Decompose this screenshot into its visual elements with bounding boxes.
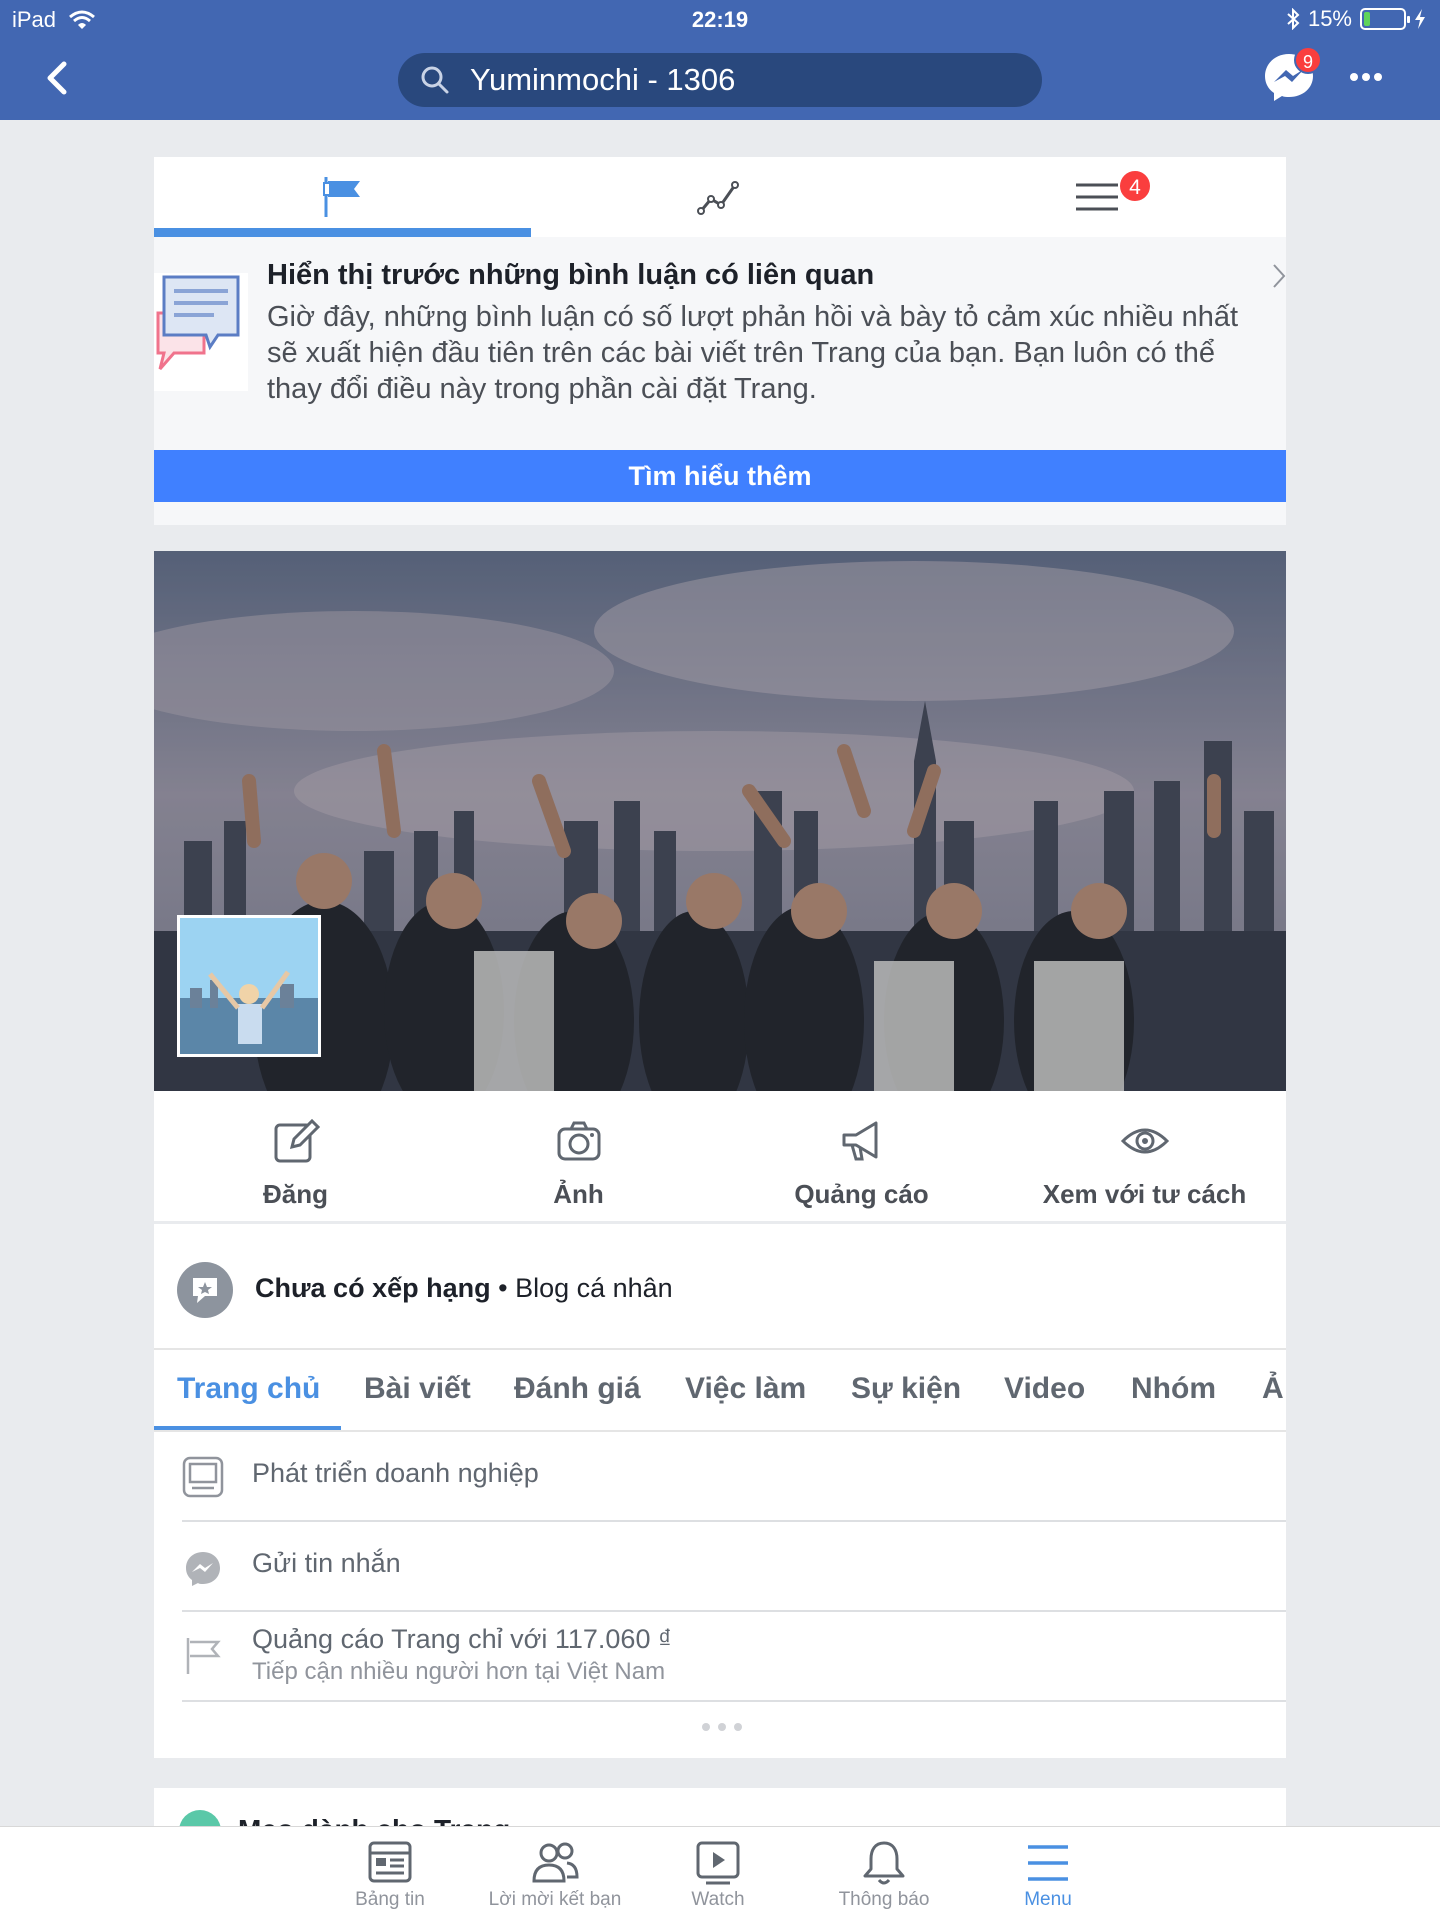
category-separator: • [490, 1273, 516, 1303]
friend-requests-label: Lời mời kết bạn [488, 1889, 622, 1910]
bottom-tab-notifications[interactable]: Thông báo [804, 1839, 964, 1911]
notice-body: Giờ đây, những bình luận có số lượt phản… [267, 301, 1239, 405]
promote-page-label: Quảng cáo Trang chỉ với 117.060 ₫ [252, 1624, 672, 1654]
view-as-button[interactable]: Xem với tư cách [1003, 1091, 1286, 1221]
tab-home[interactable]: Trang chủ [177, 1372, 320, 1406]
photo-label: Ảnh [553, 1179, 604, 1209]
comments-illustration-icon [154, 273, 248, 391]
promote-page-sub: Tiếp cận nhiều người hơn tại Việt Nam [252, 1658, 666, 1685]
menu-badge: 4 [1118, 169, 1152, 203]
active-tab-underline [154, 1426, 341, 1430]
advertise-button[interactable]: Quảng cáo [720, 1091, 1003, 1221]
list-item-grow-business[interactable]: Phát triển doanh nghiệp [182, 1432, 1286, 1522]
grow-business-label: Phát triển doanh nghiệp [252, 1458, 539, 1488]
battery-percent: 15% [1307, 6, 1352, 31]
camera-icon [557, 1121, 600, 1161]
notice-title: Hiển thị trước những bình luận có liên q… [267, 259, 875, 291]
bottom-tab-friend-requests[interactable]: Lời mời kết bạn [475, 1839, 635, 1911]
notifications-label: Thông báo [838, 1889, 930, 1910]
messenger-small-icon [186, 1552, 220, 1586]
tab-events[interactable]: Sự kiện [851, 1372, 961, 1406]
megaphone-icon [842, 1121, 877, 1161]
search-icon [421, 66, 449, 94]
tab-reviews[interactable]: Đánh giá [514, 1372, 641, 1406]
messenger-button[interactable]: 9 [1262, 46, 1322, 104]
more-icon[interactable] [1346, 62, 1386, 92]
news-feed-icon [368, 1841, 412, 1883]
page-actions: Đăng Ảnh Quảng cáo Xem với tư cách [154, 1091, 1286, 1221]
tab-insights[interactable] [531, 157, 908, 237]
charging-icon [1415, 9, 1425, 29]
more-options-dots-icon[interactable] [700, 1722, 744, 1732]
view-as-label: Xem với tư cách [1042, 1179, 1247, 1209]
search-text: Yuminmochi - 1306 [470, 62, 736, 97]
list-item-promote-page[interactable]: Quảng cáo Trang chỉ với 117.060 ₫ Tiếp c… [182, 1612, 1286, 1702]
top-bar: iPad 22:19 15% Yuminmochi - 1306 9 [0, 0, 1440, 120]
list-item-send-message[interactable]: Gửi tin nhắn [182, 1522, 1286, 1612]
hamburger-menu-icon [1028, 1845, 1068, 1881]
watch-play-icon [696, 1841, 740, 1885]
page-admin-tabs: 4 [154, 157, 1286, 237]
bottom-tab-watch[interactable]: Watch [638, 1839, 798, 1911]
eye-icon [1120, 1128, 1169, 1154]
bottom-tab-bar: Bảng tin Lời mời kết bạn Watch Thông báo… [0, 1826, 1440, 1920]
edit-icon [274, 1118, 320, 1163]
profile-image [180, 918, 318, 1054]
tab-posts[interactable]: Bài viết [364, 1372, 471, 1406]
status-bar: iPad 22:19 15% [0, 0, 1440, 38]
flag-icon [322, 177, 360, 217]
messenger-badge: 9 [1294, 46, 1322, 74]
tab-photos[interactable]: Ả [1262, 1372, 1284, 1406]
tab-groups[interactable]: Nhóm [1131, 1372, 1216, 1406]
close-chevron-icon[interactable] [1272, 263, 1286, 289]
tab-menu[interactable]: 4 [908, 157, 1285, 237]
photo-button[interactable]: Ảnh [437, 1091, 720, 1221]
status-time: 22:19 [691, 7, 749, 32]
category-type: Blog cá nhân [515, 1273, 673, 1303]
tab-jobs[interactable]: Việc làm [685, 1372, 806, 1406]
advertise-label: Quảng cáo [794, 1179, 929, 1209]
watch-label: Watch [691, 1889, 745, 1910]
page-section-tabs: Trang chủ Bài viết Đánh giá Việc làm Sự … [154, 1350, 1286, 1432]
post-button[interactable]: Đăng [154, 1091, 437, 1221]
insights-icon [696, 181, 739, 215]
profile-picture[interactable] [177, 915, 321, 1057]
friends-icon [532, 1842, 579, 1883]
menu-label: Menu [1024, 1889, 1072, 1910]
flag-outline-icon [186, 1638, 221, 1674]
rating-status: Chưa có xếp hạng [255, 1273, 491, 1303]
back-arrow-icon[interactable] [40, 58, 76, 98]
tab-page[interactable] [154, 157, 531, 237]
menu-lines-icon [1075, 183, 1118, 211]
post-label: Đăng [263, 1179, 328, 1209]
news-feed-label: Bảng tin [355, 1889, 425, 1910]
bell-icon [863, 1841, 905, 1885]
send-message-label: Gửi tin nhắn [252, 1548, 401, 1578]
page-actions-list: Phát triển doanh nghiệp Gửi tin nhắn Quả… [154, 1432, 1286, 1758]
cover-image [154, 551, 1286, 1091]
battery-icon [1360, 8, 1410, 30]
category-text: Chưa có xếp hạng • Blog cá nhân [255, 1273, 673, 1304]
bottom-tab-news-feed[interactable]: Bảng tin [310, 1839, 470, 1911]
bluetooth-icon [1287, 8, 1300, 30]
business-monitor-icon [182, 1456, 224, 1498]
rating-icon [177, 1262, 233, 1318]
relevant-comments-notice: Hiển thị trước những bình luận có liên q… [154, 237, 1286, 525]
search-bar[interactable]: Yuminmochi - 1306 [398, 53, 1042, 107]
bottom-tab-menu[interactable]: Menu [968, 1839, 1128, 1911]
tab-videos[interactable]: Video [1004, 1372, 1085, 1406]
page-tips-card[interactable]: Mẹo dành cho Trang [154, 1788, 1286, 1828]
page-category-row[interactable]: Chưa có xếp hạng • Blog cá nhân [154, 1224, 1286, 1350]
cover-photo[interactable] [154, 551, 1286, 1091]
learn-more-button[interactable]: Tìm hiểu thêm [154, 450, 1286, 502]
